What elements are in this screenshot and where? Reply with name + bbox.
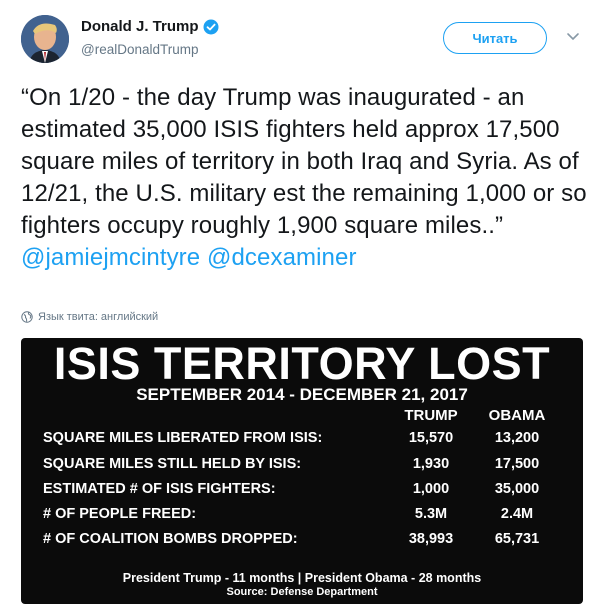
trump-value: 1,930 xyxy=(412,456,450,472)
mention-link[interactable]: @jamiejmcintyre xyxy=(21,244,200,271)
user-handle[interactable]: @realDonaldTrump xyxy=(81,42,199,57)
row-label: # OF PEOPLE FREED: xyxy=(43,506,197,522)
obama-value: 2.4M xyxy=(500,506,534,522)
obama-value: 17,500 xyxy=(494,456,540,472)
obama-value: 13,200 xyxy=(494,430,540,446)
row-label: SQUARE MILES LIBERATED FROM ISIS: xyxy=(43,430,323,446)
graphic-subtitle: SEPTEMBER 2014 - DECEMBER 21, 2017 xyxy=(136,385,468,404)
follow-button[interactable]: Читать xyxy=(443,22,547,54)
verified-badge-icon xyxy=(203,19,219,34)
display-name[interactable]: Donald J. Trump xyxy=(81,18,199,35)
avatar[interactable] xyxy=(21,15,69,63)
row-label: ESTIMATED # OF ISIS FIGHTERS: xyxy=(43,481,276,497)
obama-value: 35,000 xyxy=(494,481,540,497)
tweet-language-note: Язык твита: английский xyxy=(21,311,158,323)
graphic-title: ISIS TERRITORY LOST xyxy=(53,338,551,389)
column-header-trump: TRUMP xyxy=(404,407,458,424)
obama-value: 65,731 xyxy=(494,531,540,547)
language-label: Язык твита: английский xyxy=(38,311,159,323)
trump-value: 5.3M xyxy=(414,506,448,522)
tweet-text: “On 1/20 - the day Trump was inaugurated… xyxy=(21,82,596,274)
row-label: SQUARE MILES STILL HELD BY ISIS: xyxy=(43,456,302,472)
tweet-media-graphic[interactable]: ISIS TERRITORY LOST SEPTEMBER 2014 - DEC… xyxy=(21,338,583,604)
globe-icon xyxy=(21,311,33,323)
trump-value: 1,000 xyxy=(412,481,450,497)
row-label: # OF COALITION BOMBS DROPPED: xyxy=(43,531,298,547)
column-header-obama: OBAMA xyxy=(488,407,546,424)
graphic-footer: President Trump - 11 months | President … xyxy=(122,571,482,585)
trump-value: 38,993 xyxy=(408,531,454,547)
chevron-down-icon[interactable] xyxy=(566,32,580,42)
graphic-source: Source: Defense Department xyxy=(226,586,378,598)
trump-value: 15,570 xyxy=(408,430,454,446)
author-name-row: Donald J. Trump xyxy=(81,18,219,35)
mention-link[interactable]: @dcexaminer xyxy=(207,244,357,271)
tweet-body: “On 1/20 - the day Trump was inaugurated… xyxy=(21,84,587,239)
